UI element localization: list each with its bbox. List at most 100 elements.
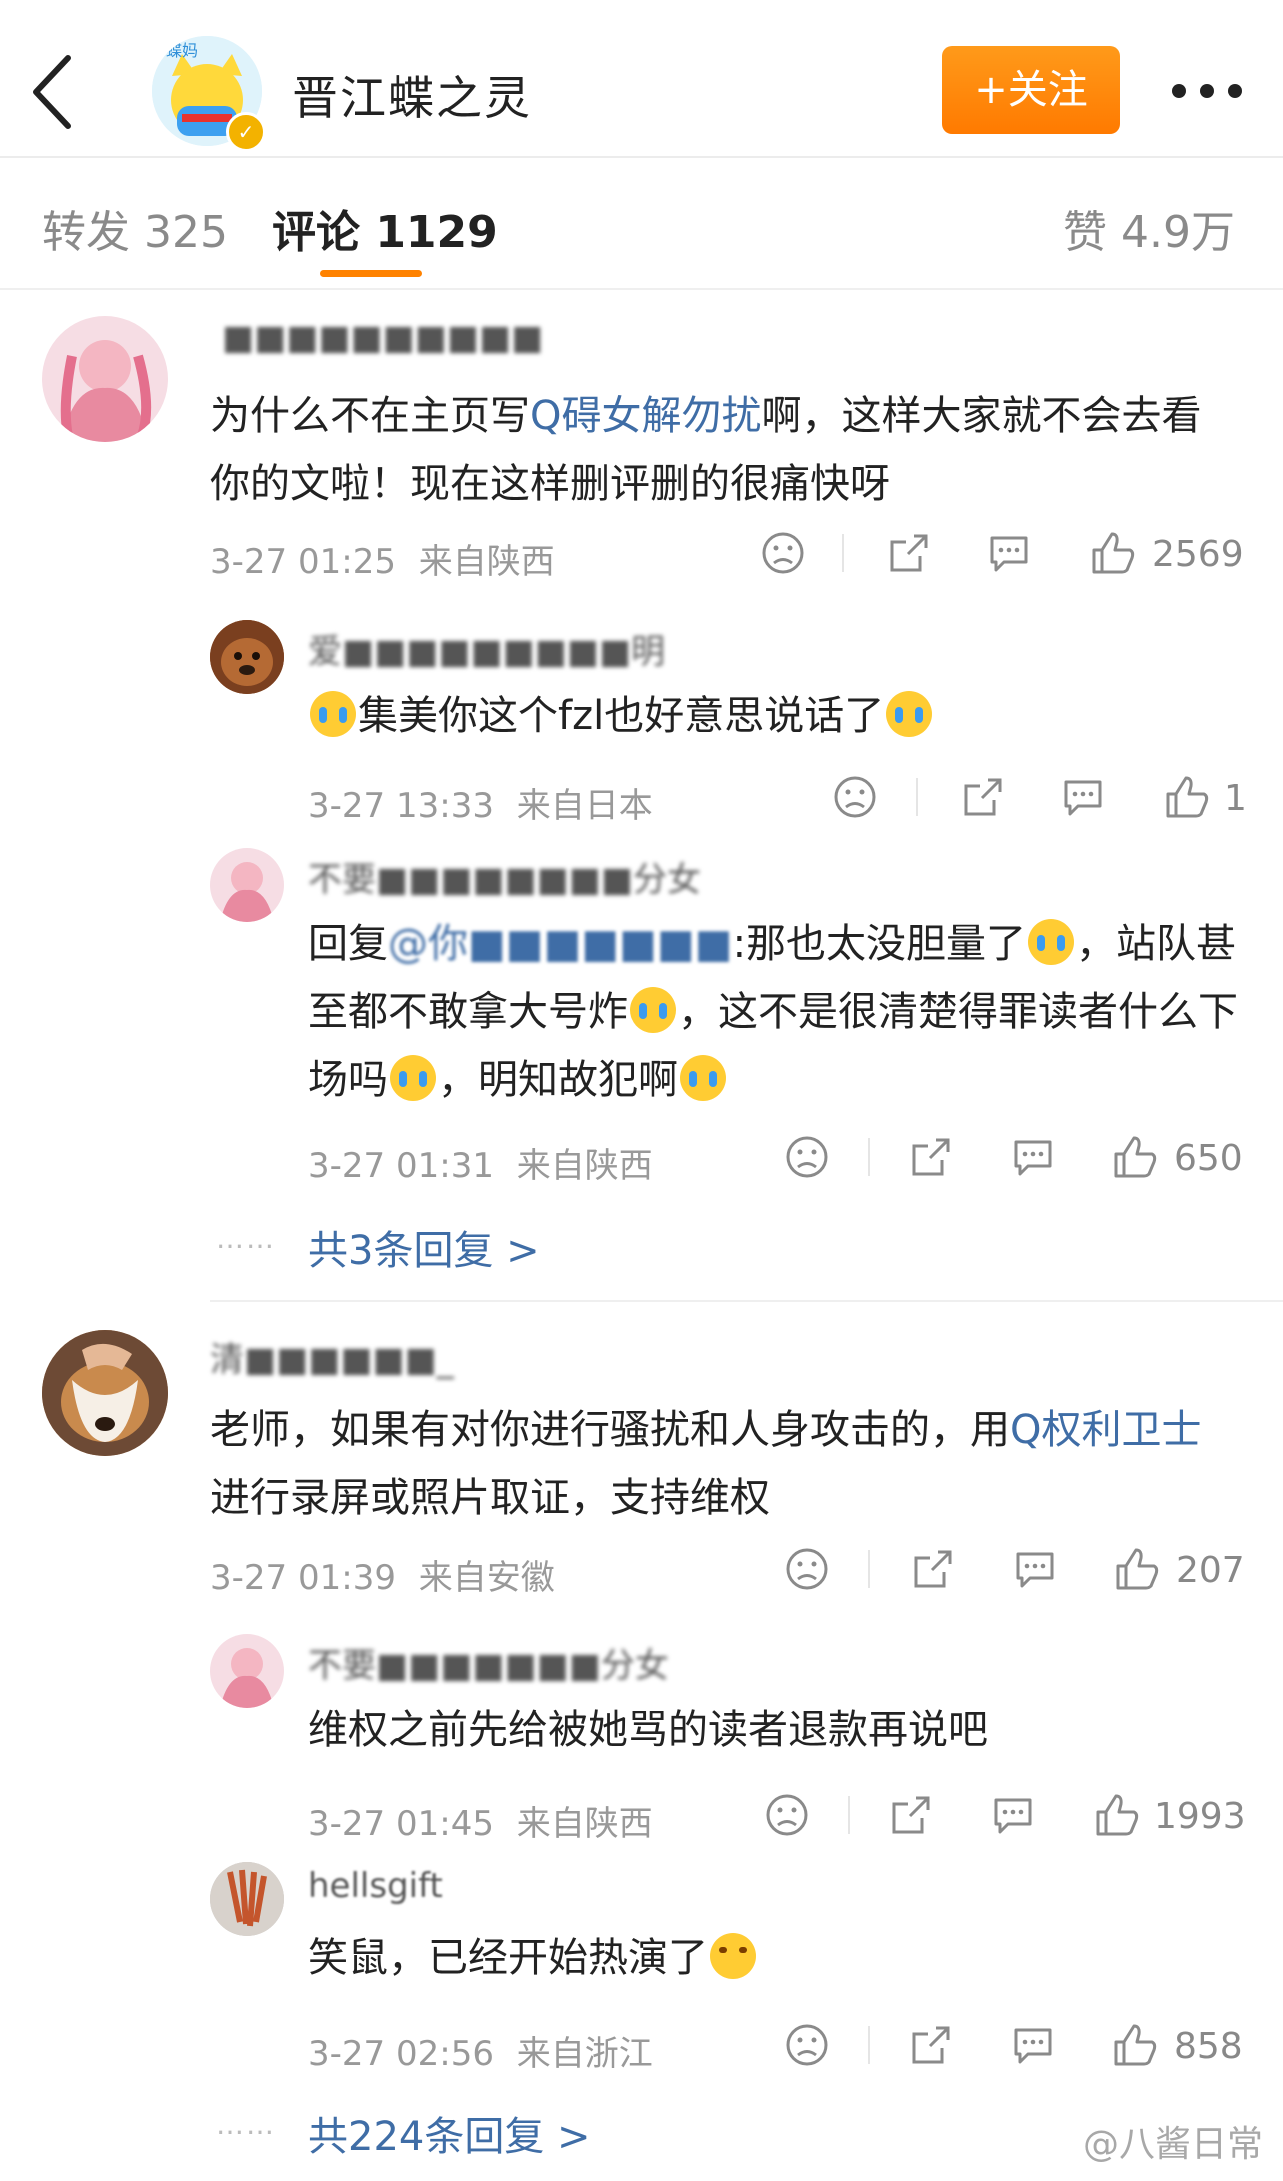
share-icon[interactable]	[908, 1134, 954, 1180]
location: 来自陕西	[418, 542, 555, 582]
thumbs-up-icon[interactable]	[1112, 2022, 1158, 2068]
dislike-face-icon[interactable]	[784, 1546, 830, 1592]
comment-text: 老师，如果有对你进行骚扰和人身攻击的，用Q权利卫士进行录屏或照片取证，支持维权	[210, 1396, 1240, 1532]
username[interactable]: 不要■■■■■■■分女	[308, 1638, 669, 1687]
comment-text: 集美你这个fzl也好意思说话了	[308, 682, 1248, 750]
thumbs-up-icon[interactable]	[1090, 530, 1136, 576]
profile-name[interactable]: 晋江蝶之灵	[292, 62, 532, 128]
search-link[interactable]: Q碍女解勿扰	[530, 393, 761, 439]
share-icon[interactable]	[910, 1546, 956, 1592]
comment-text-part: ，明知故犯啊	[438, 1057, 678, 1103]
tab-repost[interactable]: 转发 325	[42, 196, 228, 260]
comment-bubble-icon[interactable]	[986, 530, 1032, 576]
comment-meta: 3-27 01:31 来自陕西	[308, 1138, 653, 1187]
active-tab-indicator	[320, 270, 422, 277]
avatar[interactable]	[210, 620, 284, 694]
comment-actions: 1993	[764, 1792, 1246, 1842]
svg-text:蝶妈: 蝶妈	[166, 41, 198, 60]
follow-button[interactable]: +关注	[942, 46, 1120, 134]
more-dots-icon[interactable]	[1172, 84, 1244, 100]
thumbs-up-icon[interactable]	[1112, 1134, 1158, 1180]
divider	[210, 1300, 1283, 1302]
comment-bubble-icon[interactable]	[990, 1792, 1036, 1838]
divider	[848, 1796, 850, 1834]
comment-meta: 3-27 02:56 来自浙江	[308, 2026, 653, 2075]
mention-link[interactable]: @你■■■■■■■	[388, 921, 733, 967]
crying-emoji-icon	[1028, 919, 1075, 965]
tab-like[interactable]: 赞 4.9万	[1063, 196, 1235, 260]
thumbs-up-icon[interactable]	[1114, 1546, 1160, 1592]
crying-emoji-icon	[310, 691, 356, 737]
like-count: 650	[1174, 1138, 1243, 1179]
comment-bubble-icon[interactable]	[1010, 2022, 1056, 2068]
avatar[interactable]	[42, 316, 168, 442]
username[interactable]: 爱■■■■■■■■■明	[308, 624, 665, 673]
dislike-face-icon[interactable]	[832, 774, 878, 820]
dislike-face-icon[interactable]	[760, 530, 806, 576]
avatar[interactable]	[210, 848, 284, 922]
avatar[interactable]	[42, 1330, 168, 1456]
timestamp: 3-27 01:25	[210, 542, 396, 582]
comment-text-part: :那也太没胆量了	[732, 921, 1027, 967]
crying-emoji-icon	[680, 1055, 726, 1101]
comment-actions: 2569	[760, 530, 1244, 580]
avatar[interactable]	[210, 1862, 284, 1936]
crying-emoji-icon	[390, 1055, 436, 1101]
comment-text: 维权之前先给被她骂的读者退款再说吧	[308, 1696, 1248, 1764]
comment-bubble-icon[interactable]	[1010, 1134, 1056, 1180]
ellipsis: ……	[216, 1222, 276, 1255]
like-count: 1	[1224, 778, 1247, 819]
more-replies-link[interactable]: 共224条回复 >	[308, 2104, 591, 2162]
comment-actions: 858	[784, 2022, 1244, 2072]
username[interactable]: 清■■■■■■_	[210, 1332, 454, 1381]
thumbs-up-icon[interactable]	[1164, 774, 1210, 820]
avatar[interactable]	[210, 1634, 284, 1708]
dislike-face-icon[interactable]	[784, 2022, 830, 2068]
verified-badge-icon: ✓	[226, 112, 266, 152]
comment-bubble-icon[interactable]	[1012, 1546, 1058, 1592]
comment-meta: 3-27 01:39 来自安徽	[210, 1550, 555, 1599]
share-icon[interactable]	[908, 2022, 954, 2068]
username[interactable]: 不要■■■■■■■■分女	[308, 852, 701, 901]
location: 来自陕西	[516, 1146, 653, 1186]
comment-meta: 3-27 01:25 来自陕西	[210, 534, 555, 583]
like-count: 1993	[1154, 1796, 1246, 1837]
location: 来自陕西	[516, 1804, 653, 1844]
comment-text-part: 进行录屏或照片取证，支持维权	[210, 1475, 770, 1521]
divider	[842, 534, 844, 572]
divider	[868, 1550, 870, 1588]
comment-actions: 650	[784, 1134, 1244, 1184]
comment-meta: 3-27 13:33 来自日本	[308, 778, 653, 827]
like-count: 2569	[1152, 534, 1244, 575]
share-icon[interactable]	[888, 1792, 934, 1838]
timestamp: 3-27 01:39	[210, 1558, 396, 1598]
timestamp: 3-27 01:31	[308, 1146, 494, 1186]
crying-emoji-icon	[630, 987, 676, 1033]
ellipsis: ……	[216, 2108, 276, 2141]
comment-text-part: 为什么不在主页写	[210, 393, 530, 439]
divider	[916, 778, 918, 816]
like-count: 207	[1176, 1550, 1245, 1591]
dislike-face-icon[interactable]	[784, 1134, 830, 1180]
comment-actions: 1	[832, 774, 1252, 824]
share-icon[interactable]	[886, 530, 932, 576]
more-replies-link[interactable]: 共3条回复 >	[308, 1218, 540, 1276]
username[interactable]: ■■■■■■■■■■	[222, 318, 543, 358]
thumbs-up-icon[interactable]	[1094, 1792, 1140, 1838]
location: 来自安徽	[418, 1558, 555, 1598]
like-count: 858	[1174, 2026, 1243, 2067]
share-icon[interactable]	[960, 774, 1006, 820]
timestamp: 3-27 02:56	[308, 2034, 494, 2074]
top-bar: 蝶妈 ✓ 晋江蝶之灵 +关注	[0, 0, 1283, 158]
reply-prefix: 回复	[308, 921, 388, 967]
comment-text: 回复@你■■■■■■■:那也太没胆量了 ，站队甚至都不敢拿大号炸 ，这不是很清楚得罪…	[308, 910, 1248, 1114]
timestamp: 3-27 13:33	[308, 786, 494, 826]
dislike-face-icon[interactable]	[764, 1792, 810, 1838]
username[interactable]: hellsgift	[308, 1866, 443, 1906]
back-arrow-icon[interactable]	[28, 52, 78, 132]
comment-text-part: 维权之前先给被她骂的读者退款再说吧	[308, 1707, 988, 1753]
timestamp: 3-27 01:45	[308, 1804, 494, 1844]
tab-comment[interactable]: 评论 1129	[272, 196, 498, 260]
search-link[interactable]: Q权利卫士	[1010, 1407, 1201, 1453]
comment-bubble-icon[interactable]	[1060, 774, 1106, 820]
